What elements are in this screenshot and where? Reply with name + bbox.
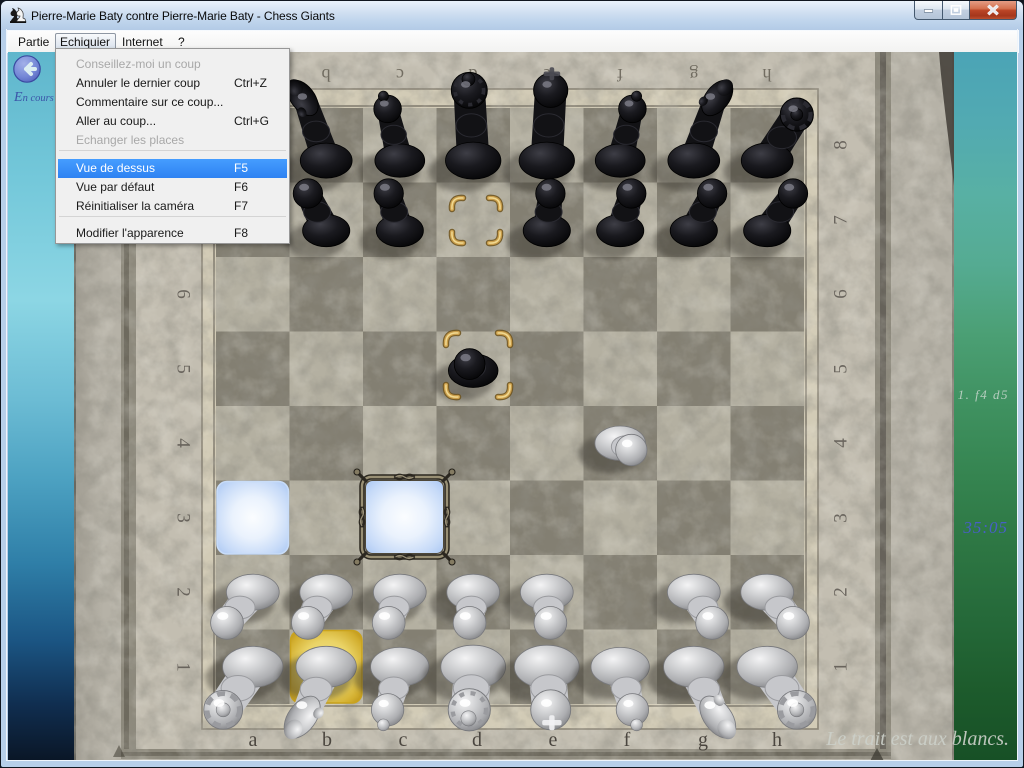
svg-text:35:05: 35:05 — [962, 518, 1008, 537]
svg-text:2: 2 — [173, 587, 194, 597]
svg-text:f: f — [624, 729, 631, 751]
svg-text:7: 7 — [830, 215, 851, 225]
svg-text:6: 6 — [173, 289, 194, 299]
svg-text:d: d — [472, 729, 482, 751]
svg-text:g: g — [698, 729, 708, 751]
svg-text:e: e — [549, 729, 558, 751]
svg-text:3: 3 — [830, 513, 851, 523]
svg-text:h: h — [772, 729, 782, 751]
svg-text:8: 8 — [830, 140, 851, 150]
svg-text:En cours: En cours — [13, 90, 54, 105]
svg-text:1. f4 d5: 1. f4 d5 — [958, 387, 1009, 402]
svg-text:b: b — [322, 729, 332, 751]
svg-text:g: g — [690, 65, 699, 85]
svg-text:4: 4 — [830, 438, 851, 448]
svg-text:b: b — [322, 65, 331, 85]
svg-text:a: a — [249, 729, 258, 751]
svg-text:6: 6 — [830, 289, 851, 299]
svg-text:2: 2 — [830, 587, 851, 597]
svg-text:c: c — [396, 65, 404, 85]
svg-text:5: 5 — [830, 364, 851, 374]
svg-text:c: c — [399, 729, 408, 751]
svg-text:4: 4 — [173, 438, 194, 448]
svg-text:h: h — [763, 65, 772, 85]
svg-text:3: 3 — [173, 513, 194, 523]
svg-text:5: 5 — [173, 364, 194, 374]
svg-text:f: f — [617, 65, 623, 85]
svg-text:1: 1 — [173, 662, 194, 672]
svg-text:Le trait est aux blancs.: Le trait est aux blancs. — [825, 728, 1009, 750]
svg-text:1: 1 — [830, 662, 851, 672]
